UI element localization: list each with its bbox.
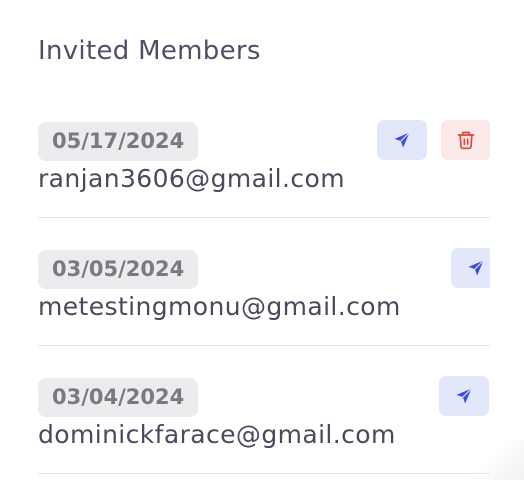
member-row: 03/04/2024 dominickfarace@gmail.com <box>38 374 490 480</box>
row-divider <box>38 217 490 218</box>
trash-icon <box>457 131 475 150</box>
resend-invite-button[interactable] <box>439 376 489 416</box>
invited-members-panel: Invited Members 05/17/2024 ranjan3606@gm… <box>0 0 524 480</box>
send-icon <box>394 132 410 148</box>
member-row: 05/17/2024 ranjan3606@gmail.com <box>38 118 490 246</box>
row-actions <box>38 246 490 294</box>
resend-invite-button[interactable] <box>377 120 427 160</box>
member-email: metestingmonu@gmail.com <box>38 292 401 321</box>
member-email: dominickfarace@gmail.com <box>38 420 396 449</box>
send-icon <box>468 260 484 276</box>
section-title: Invited Members <box>38 36 261 66</box>
row-divider <box>38 345 490 346</box>
send-icon <box>456 388 472 404</box>
resend-invite-button[interactable] <box>451 248 490 288</box>
row-actions <box>38 118 490 166</box>
row-divider <box>38 473 490 474</box>
member-email: ranjan3606@gmail.com <box>38 164 345 193</box>
delete-invite-button[interactable] <box>441 120 490 160</box>
member-row: 03/05/2024 metestingmonu@gmail.com <box>38 246 490 374</box>
row-actions <box>38 374 490 422</box>
